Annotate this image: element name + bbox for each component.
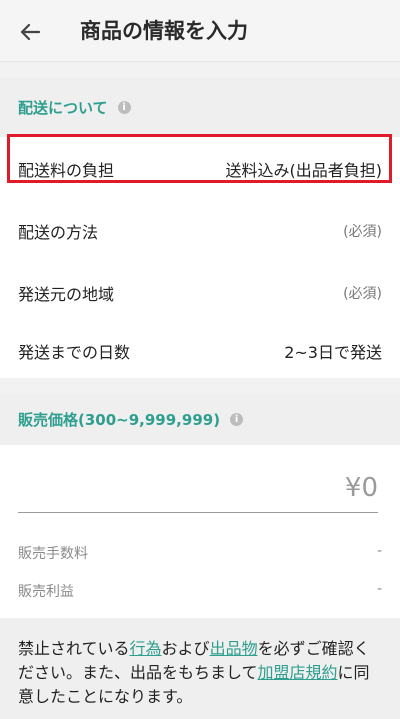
price-block: ¥0 販売手数料 - 販売利益 - [0, 445, 400, 618]
sales-profit-label: 販売利益 [18, 584, 74, 600]
back-button[interactable] [14, 16, 46, 48]
ship-from-region-label: 発送元の地域 [18, 285, 115, 304]
arrow-left-icon [20, 23, 41, 41]
days-to-ship-row[interactable]: 発送までの日数 2~3日で発送 [0, 324, 400, 378]
sales-profit-row: 販売利益 - [18, 581, 382, 601]
shipping-method-row[interactable]: 配送の方法 (必須) [0, 200, 400, 262]
member-store-terms-link[interactable]: 加盟店規約 [258, 663, 338, 682]
shipping-section-header: 配送について i [0, 77, 400, 137]
ship-from-region-row[interactable]: 発送元の地域 (必須) [0, 262, 400, 324]
price-input-underline [18, 512, 378, 513]
terms-notice: 禁止されている行為および出品物を必ずご確認ください。また、出品をもちまして加盟店… [0, 619, 400, 719]
price-section-header: 販売価格(300~9,999,999) i [0, 394, 400, 445]
prohibited-items-link[interactable]: 出品物 [210, 639, 258, 658]
sales-fee-label: 販売手数料 [18, 546, 88, 562]
notice-text-1: 禁止されている [18, 639, 130, 658]
info-icon[interactable]: i [230, 413, 244, 426]
price-input[interactable]: ¥0 [345, 473, 378, 503]
ship-from-region-value: (必須) [343, 286, 382, 302]
price-section-label: 販売価格(300~9,999,999) [18, 411, 221, 429]
sales-fee-value: - [376, 543, 382, 559]
sales-profit-value: - [376, 581, 382, 597]
info-icon[interactable]: i [117, 100, 131, 114]
page-title: 商品の情報を入力 [80, 19, 248, 43]
days-to-ship-label: 発送までの日数 [18, 343, 131, 362]
highlight-box [7, 134, 392, 183]
notice-text-2: および [161, 639, 210, 658]
shipping-method-value: (必須) [343, 224, 382, 240]
shipping-section-label: 配送について [18, 98, 108, 117]
days-to-ship-value: 2~3日で発送 [284, 343, 382, 362]
sales-fee-row: 販売手数料 - [18, 543, 382, 563]
shipping-method-label: 配送の方法 [18, 223, 99, 242]
app-header: 商品の情報を入力 [0, 0, 400, 62]
prohibited-acts-link[interactable]: 行為 [130, 639, 162, 658]
